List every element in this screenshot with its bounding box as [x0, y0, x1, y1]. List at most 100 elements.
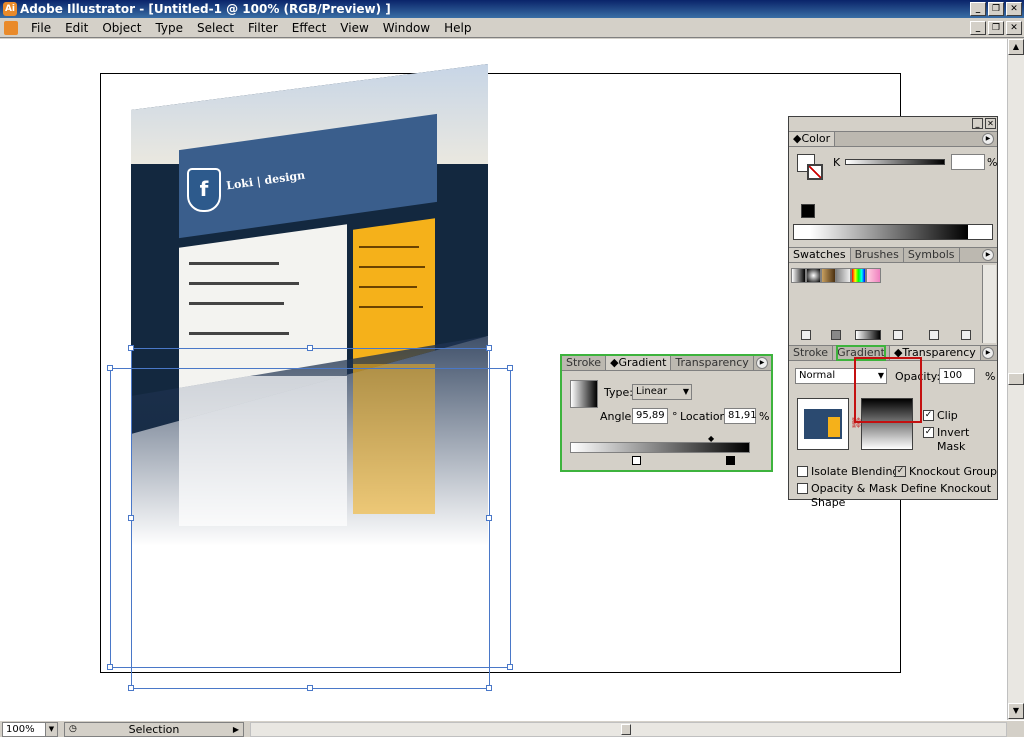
k-input[interactable] — [951, 154, 985, 170]
menu-object[interactable]: Object — [95, 21, 148, 35]
horizontal-scrollbar[interactable] — [250, 722, 1007, 737]
minimize-button[interactable]: _ — [970, 2, 986, 16]
tab-symbols[interactable]: Symbols — [904, 248, 960, 262]
trash-icon[interactable] — [961, 330, 971, 340]
isolate-blending-label: Isolate Blending — [811, 465, 900, 478]
dock-titlebar[interactable] — [789, 117, 997, 130]
dock-minimize-button[interactable]: _ — [972, 118, 983, 129]
angle-label: Angle: — [600, 410, 636, 423]
chevron-down-icon: ▼ — [682, 387, 689, 396]
swatch[interactable] — [866, 268, 881, 283]
opacity-input[interactable]: 100 — [939, 368, 975, 384]
dock-close-button[interactable]: ✕ — [985, 118, 996, 129]
gradient-stop-white[interactable] — [632, 456, 641, 465]
show-pattern-swatches-icon[interactable] — [893, 330, 903, 340]
tab-swatches[interactable]: Swatches — [789, 248, 851, 262]
location-label: Location: — [680, 410, 731, 423]
menu-type[interactable]: Type — [148, 21, 190, 35]
panel-menu-icon[interactable]: ▶ — [982, 133, 994, 145]
swatches-scrollbar[interactable] — [982, 265, 996, 343]
swatch[interactable] — [836, 268, 851, 283]
panel-menu-icon[interactable]: ▶ — [982, 249, 994, 261]
vertical-scrollbar[interactable]: ▲ ▼ — [1007, 39, 1024, 720]
show-gradient-swatches-icon[interactable] — [855, 330, 881, 340]
doc-minimize-button[interactable]: _ — [970, 21, 986, 35]
menu-help[interactable]: Help — [437, 21, 478, 35]
status-clock-icon: ◷ — [69, 724, 77, 734]
zoom-select[interactable]: 100% ▼ — [2, 722, 58, 737]
selection-handle[interactable] — [128, 685, 134, 691]
tab-transparency[interactable]: Transparency — [671, 356, 754, 370]
selection-handle[interactable] — [486, 345, 492, 351]
selection-handle[interactable] — [307, 345, 313, 351]
menu-view[interactable]: View — [333, 21, 375, 35]
tab-gradient-label: Gradient — [618, 356, 667, 369]
scroll-up-icon[interactable]: ▲ — [1008, 39, 1024, 55]
menu-effect[interactable]: Effect — [285, 21, 334, 35]
stroke-swatch-icon[interactable] — [807, 164, 823, 180]
angle-unit: ° — [672, 410, 678, 423]
scroll-down-icon[interactable]: ▼ — [1008, 703, 1024, 719]
menu-window[interactable]: Window — [376, 21, 437, 35]
tab-color-label: Color — [801, 132, 831, 145]
selection-handle[interactable] — [507, 365, 513, 371]
menu-select[interactable]: Select — [190, 21, 241, 35]
selection-handle[interactable] — [107, 365, 113, 371]
isolate-blending-checkbox[interactable] — [797, 466, 808, 477]
selection-handle[interactable] — [307, 685, 313, 691]
angle-input[interactable]: 95,89 — [632, 408, 668, 424]
panel-menu-icon[interactable]: ▶ — [982, 347, 994, 359]
swatch[interactable] — [806, 268, 821, 283]
selection-handle[interactable] — [507, 664, 513, 670]
color-spectrum-bar[interactable] — [793, 224, 993, 240]
swatch[interactable] — [791, 268, 806, 283]
selection-handle[interactable] — [107, 664, 113, 670]
selection-handle[interactable] — [486, 685, 492, 691]
tab-stroke[interactable]: Stroke — [562, 356, 607, 370]
tab-color[interactable]: ◆Color — [789, 132, 836, 146]
doc-close-button[interactable]: ✕ — [1006, 21, 1022, 35]
clip-label: Clip — [937, 409, 958, 422]
black-swatch[interactable] — [801, 204, 815, 218]
menu-edit[interactable]: Edit — [58, 21, 95, 35]
menu-file[interactable]: File — [24, 21, 58, 35]
invert-mask-checkbox[interactable]: ✓ — [923, 427, 934, 438]
panel-dock: _ ✕ ◆Color ▶ K % Swatches Brushes Symbol… — [788, 116, 998, 509]
text-line — [189, 332, 289, 335]
invert-mask-label: Invert Mask — [937, 426, 970, 453]
new-swatch-icon[interactable] — [929, 330, 939, 340]
gradient-stop-black[interactable] — [726, 456, 735, 465]
text-line — [189, 302, 284, 305]
panel-menu-icon[interactable]: ▶ — [756, 357, 768, 369]
gradient-swatch[interactable] — [570, 380, 598, 408]
gradient-type-select[interactable]: Linear ▼ — [632, 384, 692, 400]
gradient-type-value: Linear — [636, 386, 668, 397]
k-label: K — [833, 156, 841, 169]
swatch[interactable] — [821, 268, 836, 283]
scroll-thumb[interactable] — [621, 724, 631, 735]
show-swatch-kinds-icon[interactable] — [801, 330, 811, 340]
menu-bar: File Edit Object Type Select Filter Effe… — [0, 18, 1024, 38]
artwork-thumbnail[interactable] — [797, 398, 849, 450]
k-slider[interactable] — [845, 159, 945, 165]
gradient-slider[interactable] — [570, 442, 750, 453]
opacity-unit: % — [985, 370, 996, 383]
tab-brushes[interactable]: Brushes — [851, 248, 904, 262]
restore-button[interactable]: ❐ — [988, 2, 1004, 16]
opacity-mask-knockout-checkbox[interactable] — [797, 483, 808, 494]
tab-gradient[interactable]: ◆Gradient — [606, 356, 672, 370]
location-input[interactable]: 81,91 — [724, 408, 757, 424]
close-button[interactable]: ✕ — [1006, 2, 1022, 16]
tab-stroke-2[interactable]: Stroke — [789, 346, 834, 360]
scroll-thumb[interactable] — [1008, 373, 1024, 385]
clip-checkbox[interactable]: ✓ — [923, 410, 934, 421]
document-icon[interactable] — [4, 21, 18, 35]
swatch[interactable] — [851, 268, 866, 283]
menu-filter[interactable]: Filter — [241, 21, 285, 35]
selection-handle[interactable] — [128, 345, 134, 351]
doc-restore-button[interactable]: ❐ — [988, 21, 1004, 35]
k-unit: % — [987, 156, 998, 169]
status-mode[interactable]: ◷ Selection ▶ — [64, 722, 244, 737]
knockout-group-checkbox[interactable]: ✓ — [895, 466, 906, 477]
show-color-swatches-icon[interactable] — [831, 330, 841, 340]
